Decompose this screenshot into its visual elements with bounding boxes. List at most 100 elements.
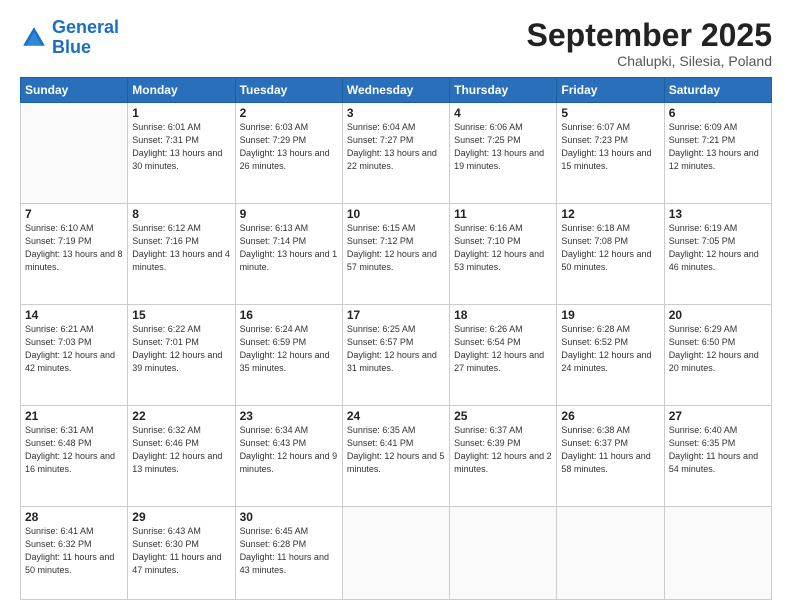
day-number: 13 [669, 207, 767, 221]
day-info: Sunrise: 6:13 AMSunset: 7:14 PMDaylight:… [240, 222, 338, 274]
calendar-cell [21, 103, 128, 204]
day-info: Sunrise: 6:01 AMSunset: 7:31 PMDaylight:… [132, 121, 230, 173]
header-thursday: Thursday [450, 78, 557, 103]
day-info: Sunrise: 6:24 AMSunset: 6:59 PMDaylight:… [240, 323, 338, 375]
day-info: Sunrise: 6:45 AMSunset: 6:28 PMDaylight:… [240, 525, 338, 577]
day-info: Sunrise: 6:09 AMSunset: 7:21 PMDaylight:… [669, 121, 767, 173]
day-info: Sunrise: 6:07 AMSunset: 7:23 PMDaylight:… [561, 121, 659, 173]
day-number: 6 [669, 106, 767, 120]
calendar-cell: 29 Sunrise: 6:43 AMSunset: 6:30 PMDaylig… [128, 507, 235, 600]
day-number: 20 [669, 308, 767, 322]
calendar-cell: 25 Sunrise: 6:37 AMSunset: 6:39 PMDaylig… [450, 406, 557, 507]
day-number: 10 [347, 207, 445, 221]
header-saturday: Saturday [664, 78, 771, 103]
day-info: Sunrise: 6:35 AMSunset: 6:41 PMDaylight:… [347, 424, 445, 476]
day-number: 2 [240, 106, 338, 120]
day-info: Sunrise: 6:29 AMSunset: 6:50 PMDaylight:… [669, 323, 767, 375]
day-info: Sunrise: 6:03 AMSunset: 7:29 PMDaylight:… [240, 121, 338, 173]
calendar-cell: 16 Sunrise: 6:24 AMSunset: 6:59 PMDaylig… [235, 305, 342, 406]
calendar-table: Sunday Monday Tuesday Wednesday Thursday… [20, 77, 772, 600]
week-row-3: 14 Sunrise: 6:21 AMSunset: 7:03 PMDaylig… [21, 305, 772, 406]
day-info: Sunrise: 6:34 AMSunset: 6:43 PMDaylight:… [240, 424, 338, 476]
calendar-cell [664, 507, 771, 600]
calendar-cell: 23 Sunrise: 6:34 AMSunset: 6:43 PMDaylig… [235, 406, 342, 507]
calendar-cell: 10 Sunrise: 6:15 AMSunset: 7:12 PMDaylig… [342, 204, 449, 305]
day-number: 1 [132, 106, 230, 120]
calendar-cell: 7 Sunrise: 6:10 AMSunset: 7:19 PMDayligh… [21, 204, 128, 305]
header-wednesday: Wednesday [342, 78, 449, 103]
location: Chalupki, Silesia, Poland [527, 53, 772, 69]
day-number: 19 [561, 308, 659, 322]
day-number: 22 [132, 409, 230, 423]
month-title: September 2025 [527, 18, 772, 53]
week-row-2: 7 Sunrise: 6:10 AMSunset: 7:19 PMDayligh… [21, 204, 772, 305]
day-info: Sunrise: 6:16 AMSunset: 7:10 PMDaylight:… [454, 222, 552, 274]
day-number: 26 [561, 409, 659, 423]
logo-icon [20, 24, 48, 52]
day-info: Sunrise: 6:41 AMSunset: 6:32 PMDaylight:… [25, 525, 123, 577]
header: General Blue September 2025 Chalupki, Si… [20, 18, 772, 69]
calendar-cell: 4 Sunrise: 6:06 AMSunset: 7:25 PMDayligh… [450, 103, 557, 204]
calendar-cell: 1 Sunrise: 6:01 AMSunset: 7:31 PMDayligh… [128, 103, 235, 204]
calendar-cell: 5 Sunrise: 6:07 AMSunset: 7:23 PMDayligh… [557, 103, 664, 204]
header-sunday: Sunday [21, 78, 128, 103]
day-number: 25 [454, 409, 552, 423]
day-info: Sunrise: 6:04 AMSunset: 7:27 PMDaylight:… [347, 121, 445, 173]
calendar-cell: 14 Sunrise: 6:21 AMSunset: 7:03 PMDaylig… [21, 305, 128, 406]
page: General Blue September 2025 Chalupki, Si… [0, 0, 792, 612]
day-info: Sunrise: 6:43 AMSunset: 6:30 PMDaylight:… [132, 525, 230, 577]
calendar-cell: 22 Sunrise: 6:32 AMSunset: 6:46 PMDaylig… [128, 406, 235, 507]
calendar-cell: 2 Sunrise: 6:03 AMSunset: 7:29 PMDayligh… [235, 103, 342, 204]
day-number: 4 [454, 106, 552, 120]
day-info: Sunrise: 6:28 AMSunset: 6:52 PMDaylight:… [561, 323, 659, 375]
calendar-cell: 28 Sunrise: 6:41 AMSunset: 6:32 PMDaylig… [21, 507, 128, 600]
calendar-cell [450, 507, 557, 600]
calendar-cell: 21 Sunrise: 6:31 AMSunset: 6:48 PMDaylig… [21, 406, 128, 507]
calendar-cell: 9 Sunrise: 6:13 AMSunset: 7:14 PMDayligh… [235, 204, 342, 305]
day-info: Sunrise: 6:21 AMSunset: 7:03 PMDaylight:… [25, 323, 123, 375]
calendar-cell: 30 Sunrise: 6:45 AMSunset: 6:28 PMDaylig… [235, 507, 342, 600]
day-info: Sunrise: 6:22 AMSunset: 7:01 PMDaylight:… [132, 323, 230, 375]
calendar-cell [557, 507, 664, 600]
calendar-cell [342, 507, 449, 600]
day-number: 8 [132, 207, 230, 221]
day-number: 14 [25, 308, 123, 322]
calendar-cell: 18 Sunrise: 6:26 AMSunset: 6:54 PMDaylig… [450, 305, 557, 406]
day-number: 28 [25, 510, 123, 524]
week-row-4: 21 Sunrise: 6:31 AMSunset: 6:48 PMDaylig… [21, 406, 772, 507]
header-tuesday: Tuesday [235, 78, 342, 103]
day-number: 12 [561, 207, 659, 221]
day-info: Sunrise: 6:06 AMSunset: 7:25 PMDaylight:… [454, 121, 552, 173]
day-info: Sunrise: 6:40 AMSunset: 6:35 PMDaylight:… [669, 424, 767, 476]
calendar-cell: 8 Sunrise: 6:12 AMSunset: 7:16 PMDayligh… [128, 204, 235, 305]
day-info: Sunrise: 6:37 AMSunset: 6:39 PMDaylight:… [454, 424, 552, 476]
day-info: Sunrise: 6:31 AMSunset: 6:48 PMDaylight:… [25, 424, 123, 476]
weekday-header-row: Sunday Monday Tuesday Wednesday Thursday… [21, 78, 772, 103]
calendar-cell: 15 Sunrise: 6:22 AMSunset: 7:01 PMDaylig… [128, 305, 235, 406]
day-number: 17 [347, 308, 445, 322]
logo: General Blue [20, 18, 119, 58]
day-number: 30 [240, 510, 338, 524]
day-number: 5 [561, 106, 659, 120]
day-info: Sunrise: 6:18 AMSunset: 7:08 PMDaylight:… [561, 222, 659, 274]
day-info: Sunrise: 6:32 AMSunset: 6:46 PMDaylight:… [132, 424, 230, 476]
day-number: 18 [454, 308, 552, 322]
week-row-5: 28 Sunrise: 6:41 AMSunset: 6:32 PMDaylig… [21, 507, 772, 600]
day-info: Sunrise: 6:26 AMSunset: 6:54 PMDaylight:… [454, 323, 552, 375]
calendar-cell: 26 Sunrise: 6:38 AMSunset: 6:37 PMDaylig… [557, 406, 664, 507]
calendar-cell: 12 Sunrise: 6:18 AMSunset: 7:08 PMDaylig… [557, 204, 664, 305]
title-area: September 2025 Chalupki, Silesia, Poland [527, 18, 772, 69]
week-row-1: 1 Sunrise: 6:01 AMSunset: 7:31 PMDayligh… [21, 103, 772, 204]
day-number: 21 [25, 409, 123, 423]
header-friday: Friday [557, 78, 664, 103]
calendar-cell: 13 Sunrise: 6:19 AMSunset: 7:05 PMDaylig… [664, 204, 771, 305]
calendar-cell: 11 Sunrise: 6:16 AMSunset: 7:10 PMDaylig… [450, 204, 557, 305]
day-number: 7 [25, 207, 123, 221]
day-info: Sunrise: 6:10 AMSunset: 7:19 PMDaylight:… [25, 222, 123, 274]
day-number: 29 [132, 510, 230, 524]
day-info: Sunrise: 6:38 AMSunset: 6:37 PMDaylight:… [561, 424, 659, 476]
day-number: 24 [347, 409, 445, 423]
day-number: 27 [669, 409, 767, 423]
calendar-cell: 24 Sunrise: 6:35 AMSunset: 6:41 PMDaylig… [342, 406, 449, 507]
day-number: 9 [240, 207, 338, 221]
